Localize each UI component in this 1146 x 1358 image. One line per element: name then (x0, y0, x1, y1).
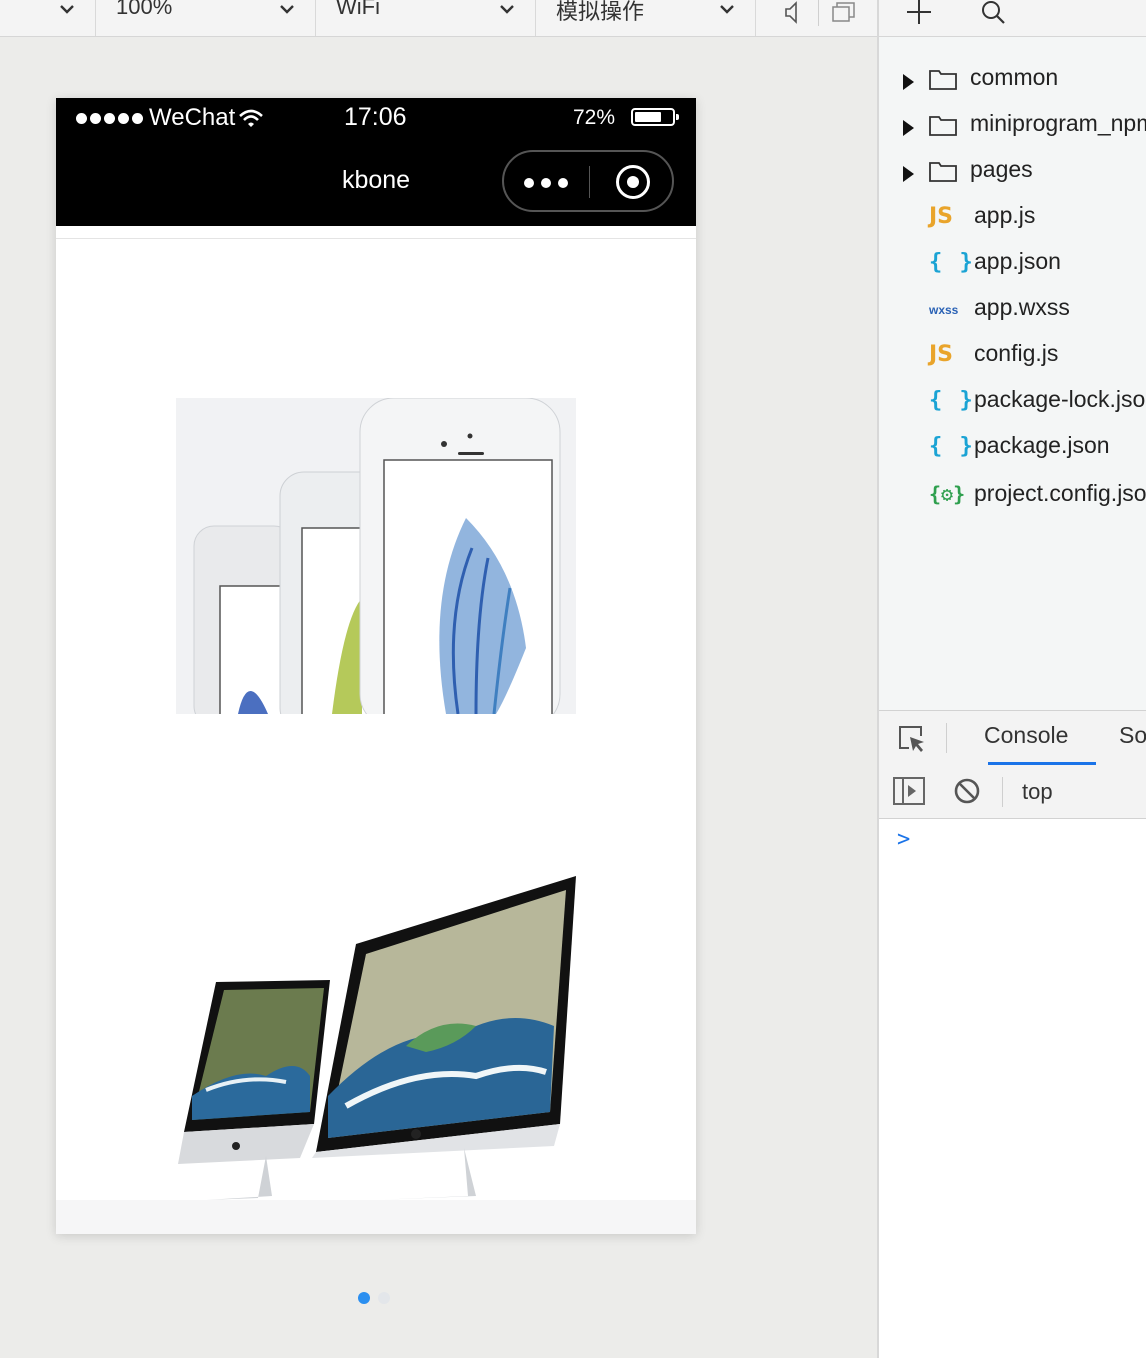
iphone-product-image[interactable] (176, 398, 576, 714)
devtools-tabs: Console Sources (879, 710, 1146, 766)
chevron-down-icon (280, 5, 294, 14)
imac-product-image[interactable] (176, 876, 576, 1206)
json-file-icon: { } (929, 388, 975, 413)
chevron-down-icon (720, 5, 734, 14)
console-toolbar: top (879, 765, 1146, 819)
phone-simulator: WeChat 17:06 72% kbone (56, 98, 696, 1304)
tree-item-label: app.json (974, 248, 1061, 274)
wifi-icon (239, 109, 264, 127)
tab-console[interactable]: Console (984, 722, 1068, 749)
tree-item-package-json[interactable]: { } package.json (879, 427, 1146, 467)
carousel-dot[interactable] (378, 1292, 390, 1304)
toolbar-divider (818, 0, 819, 26)
carrier-name: WeChat (149, 104, 236, 131)
tree-item-app-js[interactable]: JS app.js (879, 197, 1146, 237)
expand-arrow-icon[interactable] (903, 74, 914, 90)
clear-console-icon[interactable] (953, 777, 981, 805)
navigation-bar: kbone (56, 138, 696, 226)
tree-item-label: pages (970, 156, 1033, 182)
console-output[interactable]: > (879, 819, 1146, 1358)
tab-sources[interactable]: Sources (1119, 722, 1146, 749)
tree-item-label: app.js (974, 202, 1036, 228)
json-file-icon: { } (929, 250, 975, 275)
file-tree: common miniprogram_npm pages JS app.js {… (879, 37, 1146, 710)
network-select[interactable]: WiFi (316, 0, 536, 36)
simulate-label: 模拟操作 (556, 0, 645, 24)
zoom-select[interactable]: 100% (96, 0, 316, 36)
network-label: WiFi (336, 0, 380, 19)
tree-item-label: common (970, 64, 1059, 90)
signal-strength-icon (76, 112, 143, 124)
status-time: 17:06 (344, 103, 407, 131)
tree-item-app-json[interactable]: { } app.json (879, 243, 1146, 283)
tree-item-package-lock-json[interactable]: { } package-lock.json (879, 381, 1146, 421)
tree-item-config-js[interactable]: JS config.js (879, 335, 1146, 375)
tree-item-label: project.config.json (974, 480, 1146, 506)
chevron-down-icon (60, 5, 74, 14)
folder-icon (929, 162, 957, 182)
tree-item-app-wxss[interactable]: wxss app.wxss (879, 289, 1146, 329)
show-sidebar-icon[interactable] (893, 777, 925, 805)
folder-icon (929, 116, 957, 136)
chevron-down-icon (500, 5, 514, 14)
speaker-icon[interactable] (778, 0, 806, 26)
tree-item-pages[interactable]: pages (879, 151, 1146, 191)
close-miniprogram-icon[interactable] (616, 165, 650, 199)
battery-icon (631, 108, 679, 126)
file-tree-toolbar (879, 0, 1146, 37)
js-file-icon: JS (929, 204, 954, 229)
battery-percent: 72% (573, 106, 616, 129)
tree-item-label: package-lock.json (974, 386, 1146, 412)
tree-item-label: app.wxss (974, 294, 1070, 320)
carousel-indicator (358, 1292, 390, 1304)
tree-item-common[interactable]: common (879, 59, 1146, 99)
more-options-icon[interactable] (524, 178, 568, 188)
json-file-icon: { } (929, 434, 975, 459)
popout-window-icon[interactable] (830, 0, 858, 26)
tree-item-project-config-json[interactable]: {⚙} project.config.json (879, 475, 1146, 515)
simulate-operation-select[interactable]: 模拟操作 (536, 0, 756, 36)
console-prompt: > (897, 827, 911, 852)
tree-item-label: package.json (974, 432, 1110, 458)
simulator-toolbar: 100% WiFi 模拟操作 (0, 0, 878, 37)
config-file-icon: {⚙} (929, 482, 966, 506)
carrier-info: WeChat (76, 104, 265, 132)
status-bar: WeChat 17:06 72% (56, 98, 696, 138)
page-content (56, 226, 696, 1304)
zoom-label: 100% (116, 0, 173, 19)
add-file-icon[interactable] (905, 0, 933, 26)
tree-item-miniprogram-npm[interactable]: miniprogram_npm (879, 105, 1146, 145)
element-inspector-icon[interactable] (897, 724, 927, 754)
js-file-icon: JS (929, 342, 954, 367)
expand-arrow-icon[interactable] (903, 120, 914, 136)
context-selector[interactable]: top (1022, 779, 1053, 805)
tree-item-label: miniprogram_npm (970, 110, 1146, 136)
menu-capsule (502, 150, 674, 212)
folder-icon (929, 70, 957, 90)
carousel-dot-active[interactable] (358, 1292, 370, 1304)
search-icon[interactable] (979, 0, 1007, 26)
expand-arrow-icon[interactable] (903, 166, 914, 182)
tree-item-label: config.js (974, 340, 1059, 366)
device-select[interactable] (0, 0, 96, 36)
wxss-file-icon: wxss (929, 303, 959, 317)
